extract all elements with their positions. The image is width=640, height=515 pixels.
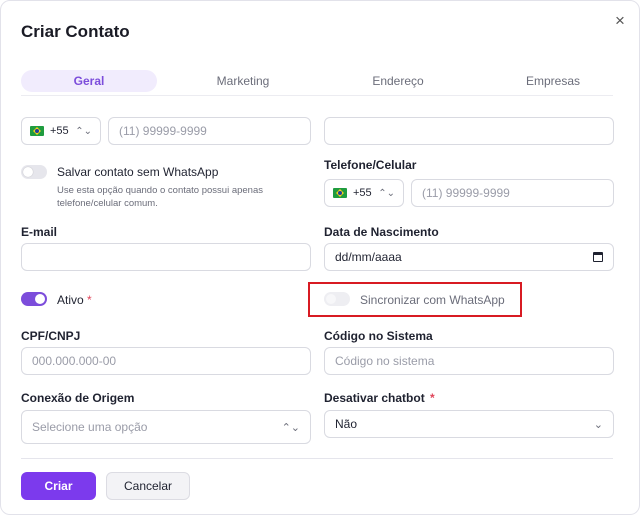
telefone-placeholder: (11) 99999-9999	[422, 186, 510, 200]
cancel-button[interactable]: Cancelar	[106, 472, 190, 500]
active-toggle[interactable]	[21, 292, 47, 306]
conexao-placeholder: Selecione uma opção	[32, 420, 148, 434]
chatbot-value: Não	[335, 417, 358, 431]
updown-chevron-icon: ⌃⌄	[75, 125, 92, 137]
save-without-whatsapp-help: Use esta opção quando o contato possui a…	[57, 185, 263, 209]
close-icon[interactable]: ×	[611, 12, 629, 30]
brazil-flag-icon	[30, 126, 44, 136]
tab-geral[interactable]: Geral	[21, 70, 157, 92]
tab-marketing[interactable]: Marketing	[193, 70, 293, 92]
divider	[21, 458, 613, 459]
tab-bar: Geral Marketing Endereço Empresas	[21, 67, 613, 96]
cpf-label: CPF/CNPJ	[21, 329, 81, 343]
required-mark: *	[87, 293, 92, 307]
birth-date-label: Data de Nascimento	[324, 225, 439, 239]
phone-placeholder: (11) 99999-9999	[119, 124, 207, 138]
name-input[interactable]	[324, 117, 614, 145]
chatbot-label: Desativar chatbot *	[324, 391, 435, 405]
country-code: +55	[50, 125, 69, 137]
phone-input[interactable]: (11) 99999-9999	[108, 117, 311, 145]
conexao-select[interactable]: Selecione uma opção ⌃⌄	[21, 410, 311, 444]
tab-endereco[interactable]: Endereço	[348, 70, 448, 92]
create-button[interactable]: Criar	[21, 472, 96, 500]
save-without-whatsapp-toggle[interactable]	[21, 165, 47, 179]
country-code-select[interactable]: +55 ⌃⌄	[21, 117, 101, 145]
required-mark: *	[430, 391, 435, 405]
updown-chevron-icon: ⌃⌄	[378, 187, 395, 199]
create-contact-dialog: Criar Contato × Geral Marketing Endereço…	[0, 0, 640, 515]
chatbot-label-text: Desativar chatbot	[324, 391, 425, 405]
codigo-input[interactable]: Código no sistema	[324, 347, 614, 375]
dialog-title: Criar Contato	[21, 22, 130, 41]
calendar-icon[interactable]	[593, 252, 603, 262]
active-label-text: Ativo	[57, 293, 84, 307]
chatbot-select[interactable]: Não ⌄	[324, 410, 614, 438]
updown-chevron-icon: ⌃⌄	[281, 421, 300, 434]
chevron-down-icon: ⌄	[593, 418, 603, 431]
conexao-label: Conexão de Origem	[21, 391, 135, 405]
codigo-label: Código no Sistema	[324, 329, 433, 343]
brazil-flag-icon	[333, 188, 347, 198]
email-field[interactable]	[21, 243, 311, 271]
codigo-placeholder: Código no sistema	[335, 354, 435, 368]
email-label: E-mail	[21, 225, 58, 239]
save-without-whatsapp-label: Salvar contato sem WhatsApp	[57, 165, 219, 179]
cpf-placeholder: 000.000.000-00	[32, 354, 117, 368]
birth-date-input[interactable]: dd/mm/aaaa	[324, 243, 614, 271]
highlight-box	[308, 282, 522, 317]
telefone-label: Telefone/Celular	[324, 158, 417, 172]
telefone-country-select[interactable]: +55 ⌃⌄	[324, 179, 404, 207]
telefone-country-code: +55	[353, 187, 372, 199]
active-label: Ativo *	[57, 293, 92, 307]
cpf-input[interactable]: 000.000.000-00	[21, 347, 311, 375]
tab-empresas[interactable]: Empresas	[503, 70, 603, 92]
telefone-input[interactable]: (11) 99999-9999	[411, 179, 614, 207]
toggle-knob	[35, 294, 45, 304]
birth-date-placeholder: dd/mm/aaaa	[335, 250, 402, 264]
toggle-knob	[23, 167, 33, 177]
